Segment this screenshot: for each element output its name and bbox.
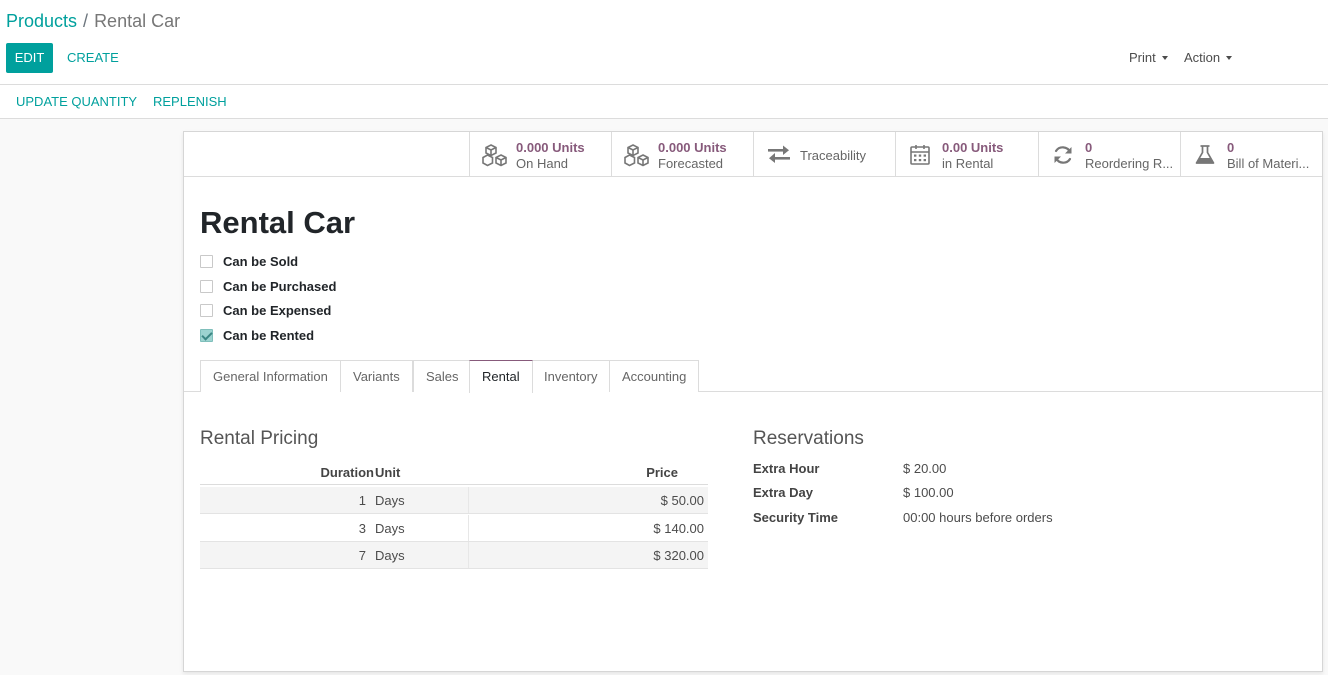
table-row[interactable]: 7 Days $ 320.00 (200, 542, 708, 569)
can-be-sold-label: Can be Sold (223, 254, 299, 269)
action-dropdown[interactable]: Action (1184, 43, 1233, 73)
extra-hour-label: Extra Hour (753, 461, 820, 476)
refresh-icon (1054, 146, 1072, 164)
can-be-purchased-label: Can be Purchased (223, 279, 337, 294)
breadcrumb-products-link[interactable]: Products (6, 11, 77, 31)
caret-down-icon (1161, 55, 1168, 60)
flask-icon (1195, 145, 1215, 164)
duration-cell: 3 (358, 521, 366, 536)
unit-cell: Days (375, 521, 405, 536)
table-row[interactable]: 1 Days $ 50.00 (200, 487, 708, 514)
product-name: Rental Car (200, 205, 356, 240)
unit-cell: Days (375, 548, 405, 563)
cubes-icon (482, 144, 507, 167)
form-sheet: 0.000 Units On Hand 0.000 Units Forecast… (183, 131, 1323, 672)
reordering-rules-label: Reordering R... (1085, 156, 1174, 171)
table-row[interactable]: 3 Days $ 140.00 (200, 515, 708, 542)
replenish-button[interactable]: REPLENISH (153, 94, 227, 109)
bill-of-materials-value: 0 (1227, 140, 1235, 155)
extra-day-label: Extra Day (753, 485, 813, 500)
cubes-icon (624, 144, 649, 167)
forecasted-label: Forecasted (658, 156, 724, 171)
smart-button-bill-of-materials[interactable]: 0 Bill of Materi... (1180, 132, 1322, 176)
tab-accounting[interactable]: Accounting (609, 360, 700, 392)
extra-hour-value: $ 20.00 (903, 461, 947, 476)
extra-day-value: $ 100.00 (903, 485, 954, 500)
traceability-label: Traceability (800, 148, 866, 163)
price-cell: $ 50.00 (660, 493, 704, 508)
smart-button-in-rental[interactable]: 0.00 Units in Rental (895, 132, 1037, 176)
rental-pricing-title: Rental Pricing (200, 428, 319, 449)
unit-cell: Days (375, 493, 405, 508)
create-button[interactable]: CREATE (67, 43, 119, 73)
tab-rental[interactable]: Rental (469, 360, 533, 393)
smart-button-box: 0.000 Units On Hand 0.000 Units Forecast… (184, 132, 1322, 177)
column-header-duration[interactable]: Duration (321, 465, 374, 480)
column-header-unit[interactable]: Unit (375, 465, 400, 480)
duration-cell: 7 (358, 548, 366, 563)
price-cell: $ 320.00 (653, 548, 704, 563)
forecasted-value: 0.000 Units (658, 140, 727, 155)
checkbox-checked[interactable] (200, 329, 213, 342)
security-time-label: Security Time (753, 510, 839, 525)
duration-cell: 1 (358, 493, 366, 508)
action-dropdown-label: Action (1184, 50, 1221, 65)
reservations-title: Reservations (753, 428, 864, 449)
reordering-rules-value: 0 (1085, 140, 1093, 155)
print-dropdown[interactable]: Print (1129, 43, 1168, 73)
notebook-tabs: General Information Variants Sales Renta… (184, 360, 1322, 393)
tab-general-information[interactable]: General Information (200, 360, 341, 392)
print-dropdown-label: Print (1129, 50, 1156, 65)
breadcrumb: Products / Rental Car (6, 11, 180, 32)
checkbox-unchecked[interactable] (200, 304, 213, 317)
in-rental-label: in Rental (942, 156, 994, 171)
checkbox-unchecked[interactable] (200, 255, 213, 268)
smart-button-on-hand[interactable]: 0.000 Units On Hand (469, 132, 611, 176)
smart-button-forecasted[interactable]: 0.000 Units Forecasted (611, 132, 753, 176)
tab-sales[interactable]: Sales (413, 360, 472, 392)
tab-variants[interactable]: Variants (340, 360, 413, 392)
update-quantity-button[interactable]: UPDATE QUANTITY (16, 94, 137, 109)
bill-of-materials-label: Bill of Materi... (1227, 156, 1310, 171)
control-panel: Products / Rental Car EDIT CREATE Print Ac… (0, 0, 1328, 85)
security-time-value: 00:00 hours before orders (903, 510, 1053, 525)
edit-button[interactable]: EDIT (6, 43, 53, 73)
exchange-arrows-icon (768, 145, 790, 163)
table-header: Duration Unit Price (200, 459, 708, 485)
checkbox-unchecked[interactable] (200, 280, 213, 293)
can-be-expensed-label: Can be Expensed (223, 303, 332, 318)
breadcrumb-separator: / (83, 11, 89, 31)
statusbar: UPDATE QUANTITY REPLENISH (0, 85, 1328, 119)
breadcrumb-current: Rental Car (94, 11, 181, 31)
smart-button-traceability[interactable]: Traceability (753, 132, 895, 176)
can-be-rented-label: Can be Rented (223, 328, 315, 343)
tab-inventory[interactable]: Inventory (531, 360, 611, 392)
calendar-icon (910, 145, 930, 165)
in-rental-value: 0.00 Units (942, 140, 1004, 155)
on-hand-label: On Hand (516, 156, 569, 171)
on-hand-value: 0.000 Units (516, 140, 585, 155)
price-cell: $ 140.00 (653, 521, 704, 536)
column-header-price[interactable]: Price (646, 465, 678, 480)
caret-down-icon (1226, 55, 1233, 60)
smart-button-reordering-rules[interactable]: 0 Reordering R... (1038, 132, 1180, 176)
